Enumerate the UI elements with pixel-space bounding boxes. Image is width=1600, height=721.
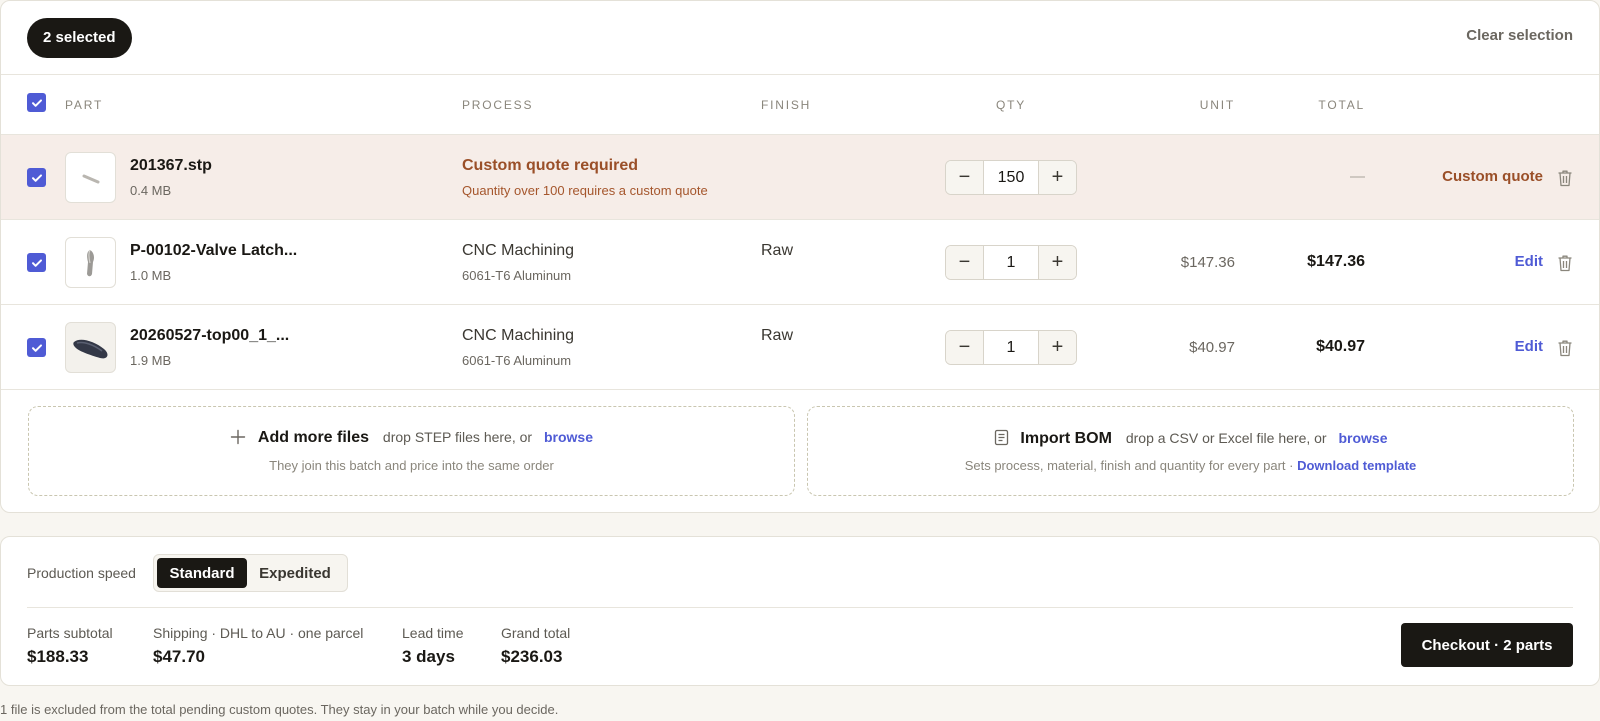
column-header-finish: FINISH [761, 98, 812, 112]
clear-selection-button[interactable]: Clear selection [1466, 27, 1573, 44]
speed-option-standard[interactable]: Standard [157, 558, 247, 588]
divider [27, 607, 1573, 608]
batch-card: 2 selected Clear selection PART PROCESS … [0, 0, 1600, 513]
subtotal-label: Parts subtotal [27, 625, 113, 641]
download-template-link[interactable]: Download template [1297, 458, 1416, 473]
add-files-subtext: They join this batch and price into the … [269, 458, 554, 473]
finish-value: Raw [761, 242, 794, 259]
browse-files-link[interactable]: browse [544, 429, 593, 445]
unit-price: $40.97 [1189, 339, 1235, 356]
part-thumbnail [65, 152, 116, 203]
file-name: 201367.stp [130, 157, 212, 174]
row-checkbox[interactable] [27, 253, 46, 272]
part-thumbnail [65, 322, 116, 373]
quantity-stepper: − 150 + [945, 160, 1077, 195]
quantity-input[interactable]: 1 [983, 246, 1039, 279]
decrease-qty-button[interactable]: − [946, 331, 983, 364]
unit-price: $147.36 [1180, 254, 1235, 271]
increase-qty-button[interactable]: + [1039, 246, 1076, 279]
browse-bom-link[interactable]: browse [1338, 430, 1387, 446]
grand-total-label: Grand total [501, 625, 571, 641]
row-total: $147.36 [1307, 253, 1365, 270]
add-files-title: Add more files [257, 429, 370, 446]
check-icon [31, 343, 42, 352]
process-warning-detail: Quantity over 100 requires a custom quot… [462, 183, 708, 198]
file-size: 1.0 MB [130, 268, 172, 283]
trash-icon[interactable] [1557, 254, 1573, 272]
decrease-qty-button[interactable]: − [946, 246, 983, 279]
custom-quote-button[interactable]: Custom quote [1442, 168, 1543, 185]
check-icon [31, 173, 42, 182]
grand-total-value: $236.03 [501, 647, 563, 666]
column-header-total: TOTAL [1318, 98, 1365, 112]
increase-qty-button[interactable]: + [1039, 161, 1076, 194]
document-icon [994, 429, 1008, 446]
row-total: $40.97 [1316, 338, 1365, 355]
file-name: P-00102-Valve Latch... [130, 242, 298, 259]
selection-bar: 2 selected Clear selection [1, 1, 1599, 75]
check-icon [31, 98, 42, 107]
edit-button[interactable]: Edit [1515, 253, 1543, 270]
row-total: — [1350, 168, 1365, 185]
trash-icon[interactable] [1557, 339, 1573, 357]
import-bom-dropzone[interactable]: Import BOM drop a CSV or Excel file here… [807, 406, 1574, 496]
table-header: PART PROCESS FINISH QTY UNIT TOTAL [1, 75, 1599, 135]
process-name: CNC Machining [462, 327, 575, 344]
speed-option-expedited[interactable]: Expedited [247, 558, 343, 588]
column-header-part: PART [65, 98, 104, 112]
quantity-stepper: − 1 + [945, 245, 1077, 280]
import-bom-title: Import BOM [1020, 430, 1112, 447]
subtotal-value: $188.33 [27, 647, 89, 666]
check-icon [31, 258, 42, 267]
quantity-stepper: − 1 + [945, 330, 1077, 365]
add-files-hint: drop STEP files here, or [382, 429, 533, 445]
plus-icon [230, 429, 246, 445]
row-checkbox[interactable] [27, 168, 46, 187]
import-bom-subtext: Sets process, material, finish and quant… [964, 458, 1294, 473]
order-summary-card: Production speed Standard Expedited Part… [0, 536, 1600, 686]
decrease-qty-button[interactable]: − [946, 161, 983, 194]
selected-count-pill[interactable]: 2 selected [27, 18, 132, 58]
table-row: 20260527-top00_1_... 1.9 MB CNC Machinin… [1, 305, 1599, 390]
quantity-input[interactable]: 150 [983, 161, 1039, 194]
part-thumbnail [65, 237, 116, 288]
checkout-button[interactable]: Checkout · 2 parts [1401, 623, 1573, 667]
shipping-label: Shipping · DHL to AU · one parcel [153, 625, 364, 641]
file-size: 0.4 MB [130, 183, 172, 198]
finish-value: Raw [761, 327, 794, 344]
table-row: P-00102-Valve Latch... 1.0 MB CNC Machin… [1, 220, 1599, 305]
file-name: 20260527-top00_1_... [130, 327, 290, 344]
process-name: CNC Machining [462, 242, 575, 259]
excluded-files-note: 1 file is excluded from the total pendin… [0, 702, 559, 717]
column-header-process: PROCESS [462, 98, 534, 112]
process-warning: Custom quote required [462, 157, 639, 174]
lead-time-value: 3 days [402, 647, 455, 666]
trash-icon[interactable] [1557, 169, 1573, 187]
file-size: 1.9 MB [130, 353, 172, 368]
part-preview-icon [72, 339, 107, 358]
import-bom-hint: drop a CSV or Excel file here, or [1125, 430, 1327, 446]
table-row: 201367.stp 0.4 MB Custom quote required … [1, 135, 1599, 220]
quantity-input[interactable]: 1 [983, 331, 1039, 364]
column-header-unit: UNIT [1199, 98, 1235, 112]
add-files-dropzone[interactable]: Add more files drop STEP files here, or … [28, 406, 795, 496]
part-preview-icon [82, 174, 99, 183]
column-header-qty: QTY [996, 98, 1027, 112]
edit-button[interactable]: Edit [1515, 338, 1543, 355]
increase-qty-button[interactable]: + [1039, 331, 1076, 364]
lead-time-label: Lead time [402, 625, 464, 641]
row-checkbox[interactable] [27, 338, 46, 357]
select-all-checkbox[interactable] [27, 93, 46, 112]
material-name: 6061-T6 Aluminum [462, 353, 572, 368]
material-name: 6061-T6 Aluminum [462, 268, 572, 283]
part-preview-icon [86, 249, 94, 276]
shipping-value: $47.70 [153, 647, 205, 666]
production-speed-toggle: Standard Expedited [153, 554, 348, 592]
production-speed-label: Production speed [27, 565, 136, 581]
